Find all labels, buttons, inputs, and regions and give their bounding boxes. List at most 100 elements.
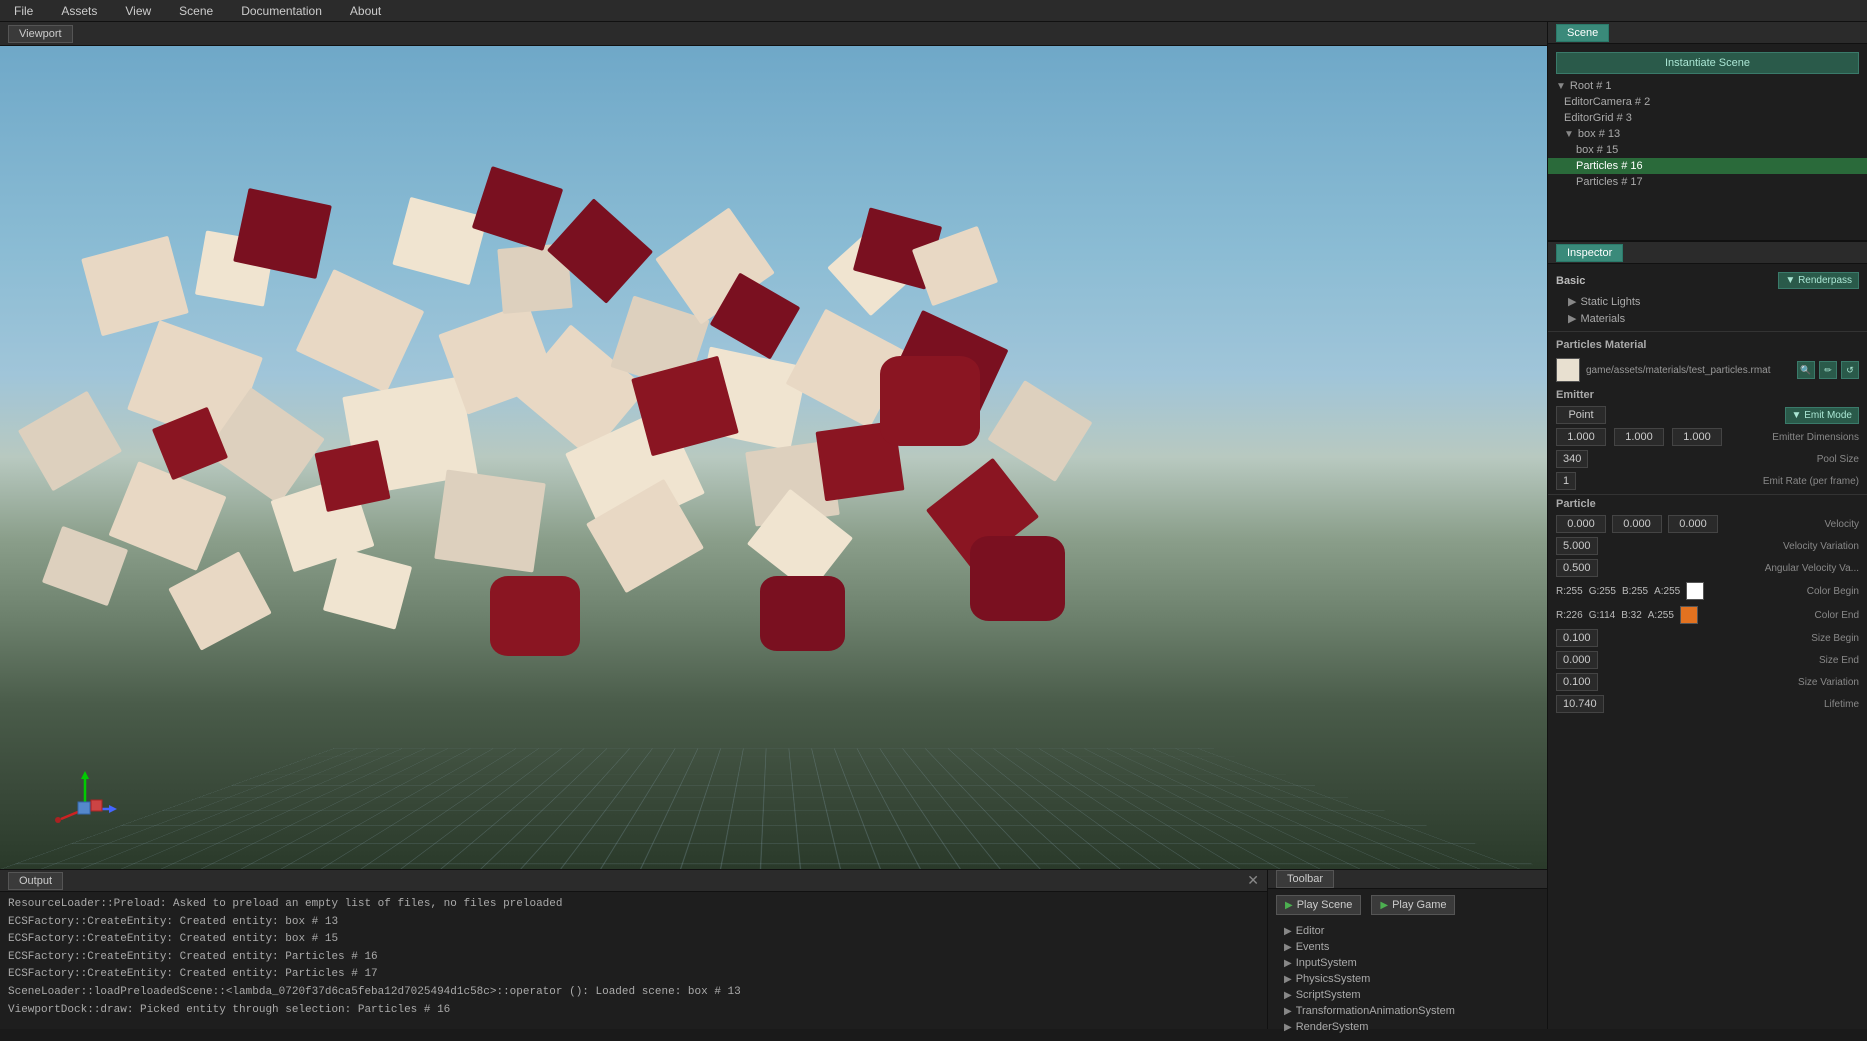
scene-tree-label-0: Root # 1 [1570,80,1612,92]
menubar-item-about[interactable]: About [344,2,387,20]
materials-item[interactable]: ▶ Materials [1548,310,1867,327]
toolbar-tree-item-4[interactable]: ▶ScriptSystem [1276,987,1539,1003]
output-line-2: ECSFactory::CreateEntity: Created entity… [8,931,1259,949]
material-search-button[interactable]: 🔍 [1797,361,1815,379]
scene-tree-item-3[interactable]: ▼ box # 13 [1548,126,1867,142]
angular-velocity-row: 0.500 Angular Velocity Va... [1548,557,1867,579]
emitter-dim-z[interactable]: 1.000 [1672,428,1722,446]
play-scene-button[interactable]: ▶ Play Scene [1276,895,1361,915]
play-game-button[interactable]: ▶ Play Game [1371,895,1455,915]
inspector-panel: Inspector Basic ▼ Renderpass ▶ Static Li… [1548,242,1867,1029]
particle-34 [880,356,980,446]
material-reset-button[interactable]: ↺ [1841,361,1859,379]
color-end-r: R:226 [1556,610,1583,621]
menubar-item-documentation[interactable]: Documentation [235,2,328,20]
bottom-panels: Output ✕ ResourceLoader::Preload: Asked … [0,869,1547,1029]
renderpass-button[interactable]: ▼ Renderpass [1778,272,1859,289]
emit-mode-button[interactable]: ▼ Emit Mode [1785,407,1859,424]
color-end-swatch[interactable] [1680,606,1698,624]
static-lights-arrow-icon: ▶ [1568,295,1576,308]
lifetime-value[interactable]: 10.740 [1556,695,1604,713]
toolbar-tree-item-3[interactable]: ▶PhysicsSystem [1276,971,1539,987]
toolbar-tree-item-1[interactable]: ▶Events [1276,939,1539,955]
output-close-icon[interactable]: ✕ [1247,872,1259,889]
main-layout: Viewport [0,22,1867,1029]
scene-tree-label-3: box # 13 [1578,128,1620,140]
menubar-item-scene[interactable]: Scene [173,2,219,20]
particle-section-label: Particle [1548,494,1867,513]
color-begin-swatch[interactable] [1686,582,1704,600]
emit-rate-value[interactable]: 1 [1556,472,1576,490]
viewport-canvas[interactable] [0,46,1547,869]
material-edit-button[interactable]: ✏ [1819,361,1837,379]
output-tab-label[interactable]: Output [8,872,63,890]
divider-1 [1548,331,1867,332]
viewport-tab-label[interactable]: Viewport [8,25,73,43]
scene-tree-item-6[interactable]: Particles # 17 [1548,174,1867,190]
toolbar-tree-item-6[interactable]: ▶RenderSystem [1276,1019,1539,1035]
menubar-item-assets[interactable]: Assets [55,2,103,20]
particle-20 [434,469,546,572]
emit-mode-label: Emit Mode [1804,410,1852,421]
menubar: File Assets View Scene Documentation About [0,0,1867,22]
size-end-value[interactable]: 0.000 [1556,651,1598,669]
color-begin-g: G:255 [1589,586,1616,597]
scene-tree-label-5: Particles # 16 [1576,160,1643,172]
materials-arrow-icon: ▶ [1568,312,1576,325]
angular-velocity-value[interactable]: 0.500 [1556,559,1598,577]
toolbar-tree-item-2[interactable]: ▶InputSystem [1276,955,1539,971]
particle-4 [296,269,425,393]
velocity-row: 0.000 0.000 0.000 Velocity [1548,513,1867,535]
toolbar-tab-label[interactable]: Toolbar [1276,870,1334,888]
scene-tree-item-4[interactable]: box # 15 [1548,142,1867,158]
toolbar-tree-arrow-icon-1: ▶ [1284,942,1292,953]
velocity-variation-value[interactable]: 5.000 [1556,537,1598,555]
output-line-4: ECSFactory::CreateEntity: Created entity… [8,966,1259,984]
inspector-tab-label[interactable]: Inspector [1556,244,1623,262]
static-lights-item[interactable]: ▶ Static Lights [1548,293,1867,310]
inspector-basic-row: Basic ▼ Renderpass [1548,268,1867,293]
scene-content[interactable]: Instantiate Scene ▼ Root # 1EditorCamera… [1548,44,1867,240]
particle-37 [760,576,845,651]
color-begin-row: R:255 G:255 B:255 A:255 Color Begin [1548,579,1867,603]
particle-36 [490,576,580,656]
scene-tab-label[interactable]: Scene [1556,24,1609,42]
velocity-z[interactable]: 0.000 [1668,515,1718,533]
toolbar-tree-item-0[interactable]: ▶Editor [1276,923,1539,939]
size-begin-value[interactable]: 0.100 [1556,629,1598,647]
instantiate-scene-button[interactable]: Instantiate Scene [1556,52,1859,74]
velocity-y[interactable]: 0.000 [1612,515,1662,533]
viewport-container: Viewport [0,22,1547,869]
menubar-item-view[interactable]: View [119,2,157,20]
pool-size-value[interactable]: 340 [1556,450,1588,468]
inspector-content[interactable]: Basic ▼ Renderpass ▶ Static Lights ▶ Mat… [1548,264,1867,1029]
emit-rate-label: Emit Rate (per frame) [1763,476,1859,487]
emitter-type-value[interactable]: Point [1556,406,1606,424]
size-variation-label: Size Variation [1798,677,1859,688]
output-panel: Output ✕ ResourceLoader::Preload: Asked … [0,870,1267,1029]
scene-tree-item-1[interactable]: EditorCamera # 2 [1548,94,1867,110]
scene-tree: ▼ Root # 1EditorCamera # 2EditorGrid # 3… [1548,78,1867,190]
velocity-x[interactable]: 0.000 [1556,515,1606,533]
scene-tree-label-6: Particles # 17 [1576,176,1643,188]
output-content[interactable]: ResourceLoader::Preload: Asked to preloa… [0,892,1267,1029]
output-line-0: ResourceLoader::Preload: Asked to preloa… [8,896,1259,914]
scene-tree-item-2[interactable]: EditorGrid # 3 [1548,110,1867,126]
output-line-3: ECSFactory::CreateEntity: Created entity… [8,949,1259,967]
size-begin-row: 0.100 Size Begin [1548,627,1867,649]
scene-tree-item-0[interactable]: ▼ Root # 1 [1548,78,1867,94]
toolbar-tree-label-6: RenderSystem [1296,1021,1369,1033]
size-end-label: Size End [1819,655,1859,666]
emitter-dim-y[interactable]: 1.000 [1614,428,1664,446]
material-thumbnail[interactable] [1556,358,1580,382]
size-variation-value[interactable]: 0.100 [1556,673,1598,691]
emitter-dim-x[interactable]: 1.000 [1556,428,1606,446]
particle-32 [314,440,390,512]
left-panel: Viewport [0,22,1547,1029]
scene-tree-item-5[interactable]: Particles # 16 [1548,158,1867,174]
play-scene-icon: ▶ [1285,900,1293,911]
output-line-1: ECSFactory::CreateEntity: Created entity… [8,914,1259,932]
size-begin-label: Size Begin [1811,633,1859,644]
menubar-item-file[interactable]: File [8,2,39,20]
toolbar-tree-item-5[interactable]: ▶TransformationAnimationSystem [1276,1003,1539,1019]
